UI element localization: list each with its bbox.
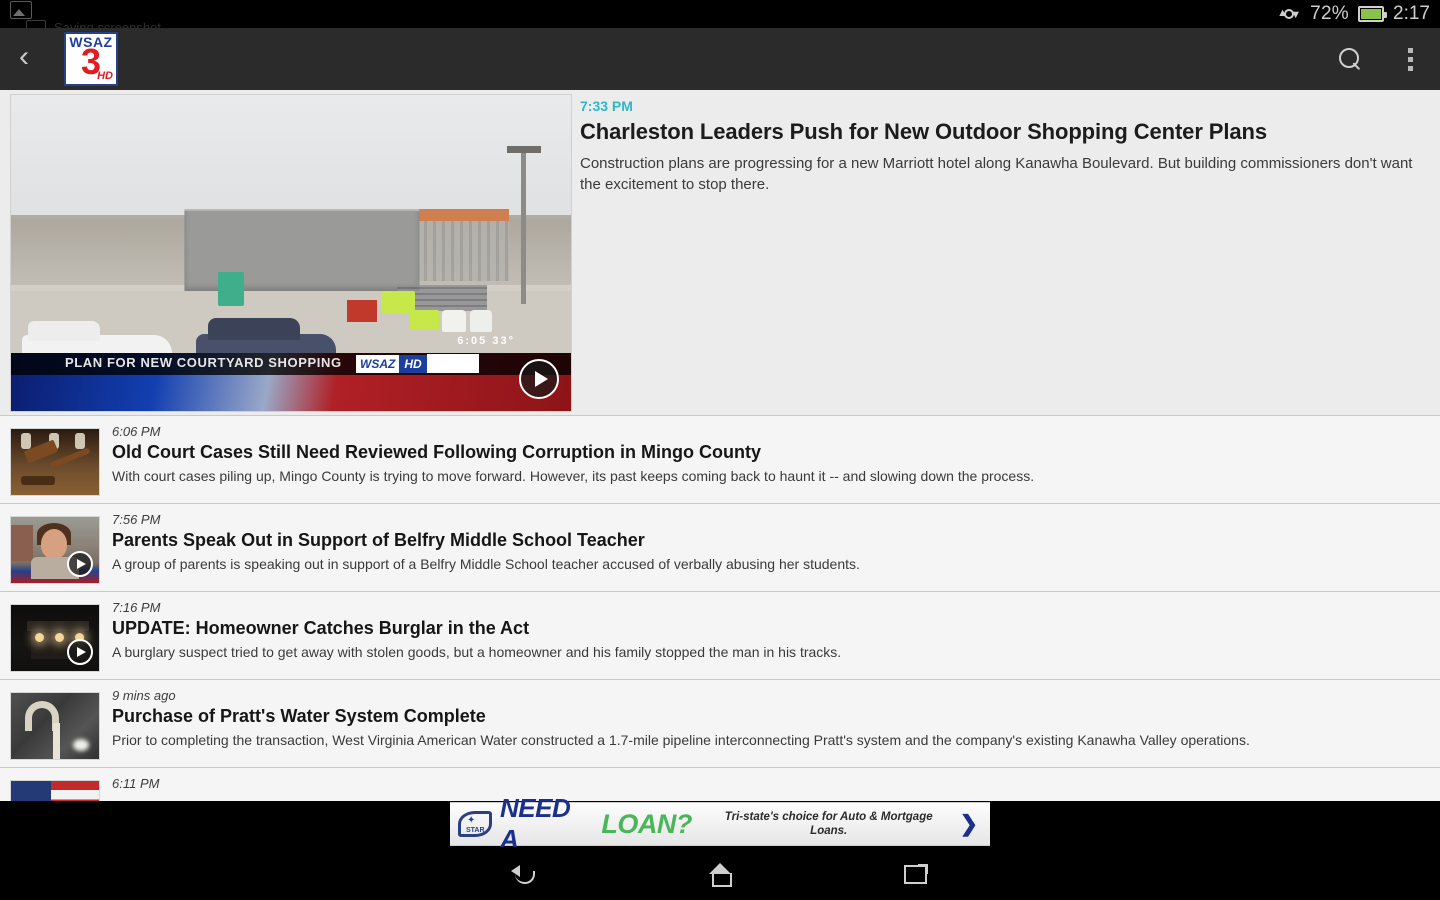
table-row[interactable]: 7:56 PM Parents Speak Out in Support of … <box>0 504 1440 592</box>
lower-third-logo: WSAZ HD <box>356 354 479 373</box>
search-icon <box>1339 48 1361 70</box>
android-navigation-bar <box>0 847 1440 900</box>
recent-apps-icon <box>904 863 928 884</box>
loan-ad-banner[interactable]: ✦ STAR NEED A LOAN? Tri-state's choice f… <box>450 793 990 854</box>
photo-red-container <box>347 300 377 323</box>
nav-home-button[interactable] <box>692 852 748 896</box>
play-button-icon[interactable] <box>519 359 559 399</box>
nav-back-button[interactable] <box>496 852 552 896</box>
sync-arrows-icon: ▲ ▼ <box>1277 6 1301 22</box>
article-text: 7:16 PM UPDATE: Homeowner Catches Burgla… <box>100 600 1430 669</box>
article-text: 6:06 PM Old Court Cases Still Need Revie… <box>100 424 1430 493</box>
lower-third-logo-hd: HD <box>399 354 427 373</box>
clock-label: 2:17 <box>1393 3 1430 24</box>
gavel-courtroom-thumbnail <box>11 429 99 495</box>
wsaz-logo[interactable]: WSAZ 3 HD <box>64 32 118 86</box>
article-thumbnail[interactable] <box>10 604 100 672</box>
photo-white-bag-1 <box>442 309 467 332</box>
table-row[interactable]: 9 mins ago Purchase of Pratt's Water Sys… <box>0 680 1440 768</box>
logo-hd-badge: HD <box>97 70 113 82</box>
screenshot-image-icon <box>10 1 32 19</box>
article-summary: A group of parents is speaking out in su… <box>112 556 860 572</box>
article-summary: With court cases piling up, Mingo County… <box>112 468 1035 484</box>
battery-icon <box>1358 6 1388 22</box>
article-thumbnail[interactable] <box>10 692 100 760</box>
article-time: 7:16 PM <box>112 600 161 615</box>
back-button[interactable]: ‹ <box>0 42 48 76</box>
faucet-water-thumbnail <box>11 693 99 759</box>
featured-article-title[interactable]: Charleston Leaders Push for New Outdoor … <box>580 118 1420 146</box>
article-title[interactable]: UPDATE: Homeowner Catches Burglar in the… <box>112 616 1430 640</box>
status-bar-notifications: Saving screenshot... <box>10 0 1277 35</box>
ad-headline-primary: NEED A <box>500 793 571 854</box>
featured-article-image[interactable]: 6:05 33° PLAN FOR NEW COURTYARD SHOPPING… <box>10 94 572 412</box>
article-time: 9 mins ago <box>112 688 176 703</box>
featured-article[interactable]: 6:05 33° PLAN FOR NEW COURTYARD SHOPPING… <box>0 90 1440 416</box>
battery-percent-label: 72% <box>1310 3 1350 24</box>
sync-down-arrow: ▼ <box>1290 9 1302 21</box>
play-button-icon[interactable] <box>67 551 93 577</box>
article-title[interactable]: Parents Speak Out in Support of Belfry M… <box>112 528 1430 552</box>
article-text: 7:56 PM Parents Speak Out in Support of … <box>100 512 1430 581</box>
article-time: 6:11 PM <box>112 776 160 791</box>
article-thumbnail[interactable] <box>10 516 100 584</box>
lower-third-logo-tail <box>426 354 479 373</box>
overflow-menu-icon <box>1407 47 1413 71</box>
featured-article-summary: Construction plans are progressing for a… <box>580 155 1413 193</box>
status-bar-system-icons: ▲ ▼ 72% 2:17 <box>1277 3 1430 25</box>
overflow-menu-button[interactable] <box>1380 28 1440 90</box>
article-summary: A burglary suspect tried to get away wit… <box>112 644 842 660</box>
article-time: 7:56 PM <box>112 512 161 527</box>
article-summary: Prior to completing the transaction, Wes… <box>112 732 1250 748</box>
ad-banner-container: ✦ STAR NEED A LOAN? Tri-state's choice f… <box>0 793 1440 854</box>
broadcast-clock: 6:05 33° <box>457 335 515 347</box>
table-row[interactable]: 7:16 PM UPDATE: Homeowner Catches Burgla… <box>0 592 1440 680</box>
photo-light-pole <box>507 145 542 304</box>
lower-third-logo-callsign: WSAZ <box>356 354 400 373</box>
broadcast-lower-third: 6:05 33° PLAN FOR NEW COURTYARD SHOPPING… <box>11 335 571 411</box>
search-button[interactable] <box>1320 28 1380 90</box>
lower-third-caption: PLAN FOR NEW COURTYARD SHOPPING <box>65 355 342 370</box>
featured-article-time: 7:33 PM <box>580 98 633 114</box>
star-bank-logo-icon: ✦ STAR <box>458 811 492 837</box>
table-row[interactable]: 6:11 PM <box>0 768 1440 805</box>
article-text: 9 mins ago Purchase of Pratt's Water Sys… <box>100 688 1430 757</box>
photo-yellow-material-2 <box>408 309 439 330</box>
table-row[interactable]: 6:06 PM Old Court Cases Still Need Revie… <box>0 416 1440 504</box>
ad-headline-secondary: LOAN? <box>601 808 692 839</box>
ad-subtext: Tri-state's choice for Auto & Mortgage L… <box>724 811 933 837</box>
article-title[interactable]: Old Court Cases Still Need Reviewed Foll… <box>112 440 1430 464</box>
app-action-bar: ‹ WSAZ 3 HD <box>0 28 1440 90</box>
play-button-icon[interactable] <box>67 639 93 665</box>
nav-recents-button[interactable] <box>888 852 944 896</box>
photo-portable-toilet <box>218 271 245 306</box>
news-feed-scroll-area[interactable]: 6:05 33° PLAN FOR NEW COURTYARD SHOPPING… <box>0 90 1440 805</box>
android-status-bar: Saving screenshot... ▲ ▼ 72% 2:17 <box>0 0 1440 35</box>
article-time: 6:06 PM <box>112 424 161 439</box>
ad-logo-text: STAR <box>466 827 485 834</box>
photo-white-bag-2 <box>470 309 493 332</box>
article-title[interactable]: Purchase of Pratt's Water System Complet… <box>112 704 1430 728</box>
article-thumbnail[interactable] <box>10 428 100 496</box>
home-icon <box>708 862 732 887</box>
ad-chevron-right-icon[interactable]: ❯ <box>960 811 982 837</box>
featured-article-text: 7:33 PM Charleston Leaders Push for New … <box>572 90 1440 415</box>
back-arrow-icon <box>511 864 537 884</box>
